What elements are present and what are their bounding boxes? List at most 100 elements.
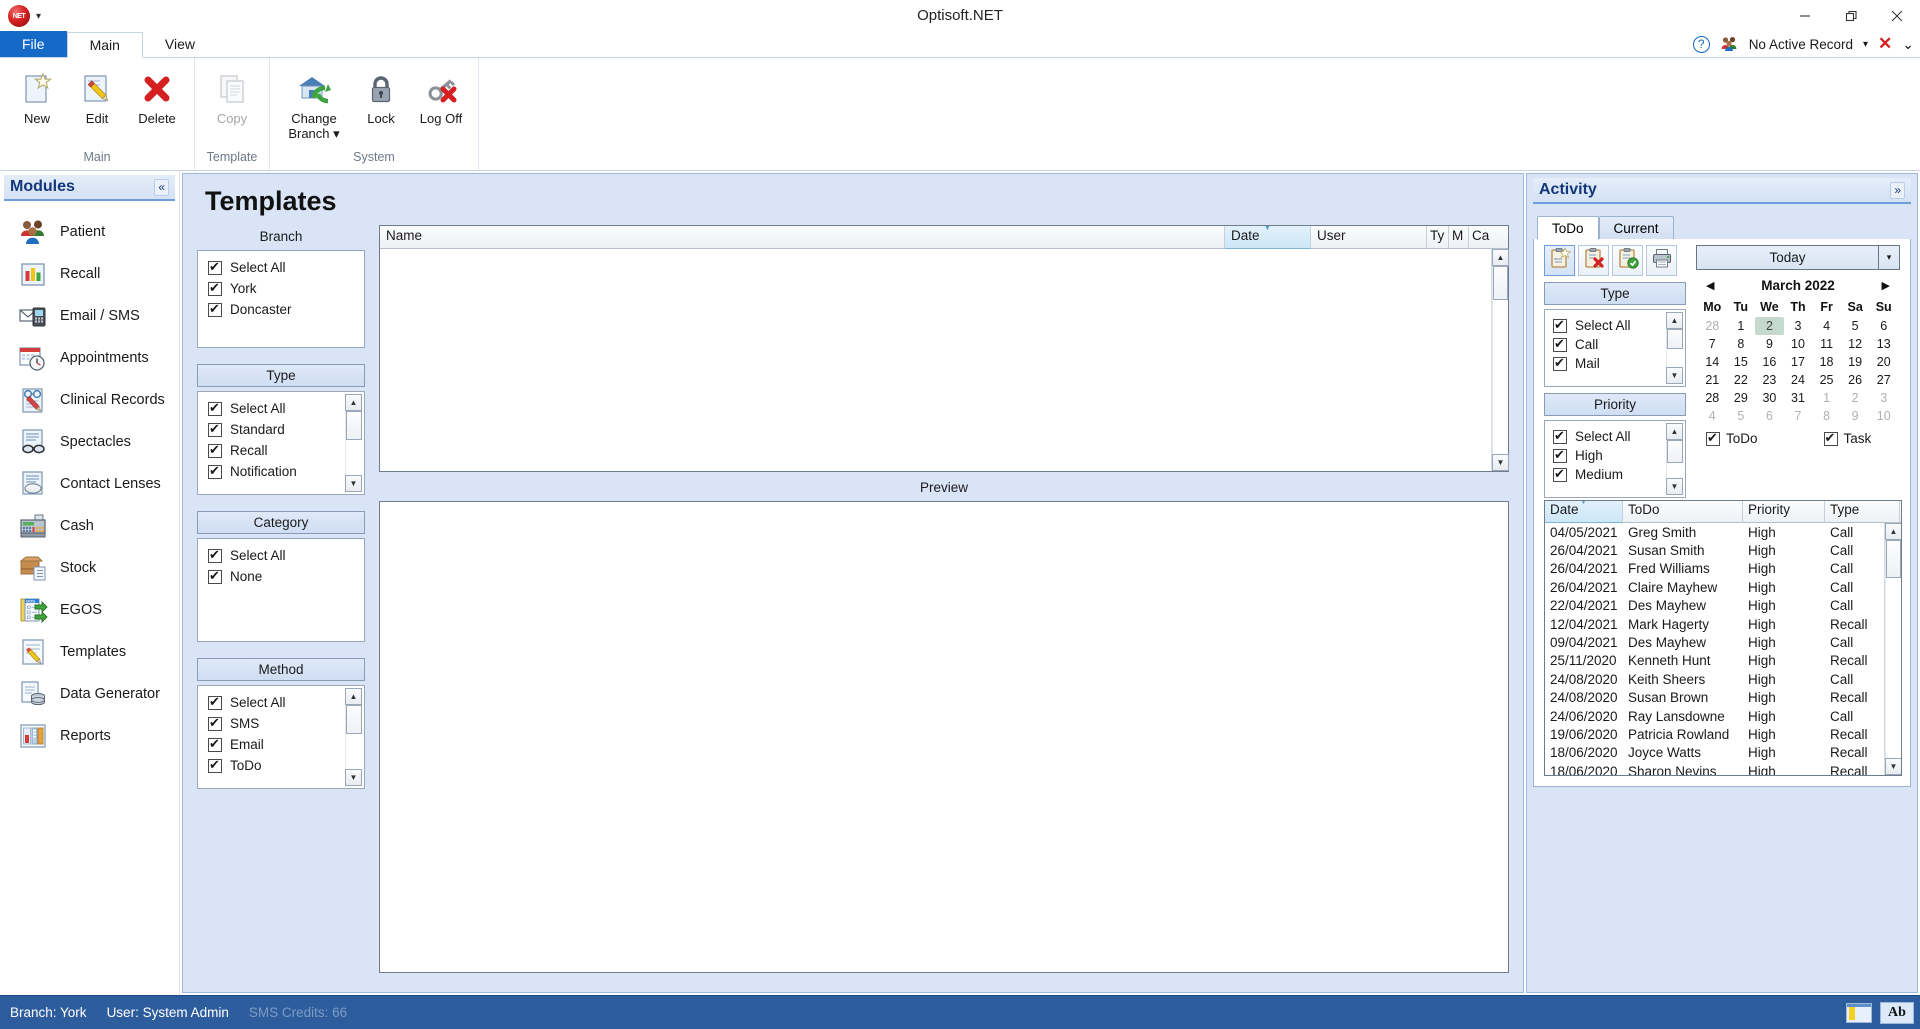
calendar-month-label[interactable]: March 2022 [1761, 278, 1835, 293]
calendar-day[interactable]: 6 [1755, 407, 1784, 425]
checkbox-icon[interactable] [1553, 447, 1567, 463]
checkbox-icon[interactable] [208, 547, 222, 563]
active-record-caret-icon[interactable]: ▾ [1863, 39, 1868, 50]
table-row[interactable]: 26/04/2021 Fred Williams High Call [1545, 560, 1901, 578]
expand-activity-button[interactable]: » [1890, 181, 1905, 199]
scroll-down-icon[interactable]: ▼ [1885, 758, 1901, 775]
collapse-sidebar-button[interactable]: « [154, 178, 169, 196]
activity-grid-scrollbar[interactable]: ▲ ▼ [1884, 523, 1901, 775]
calendar-day[interactable]: 7 [1698, 335, 1727, 353]
templates-grid-scrollbar[interactable]: ▲ ▼ [1491, 249, 1509, 471]
column-header-ca[interactable]: Ca [1469, 226, 1491, 249]
calendar-day[interactable]: 4 [1698, 407, 1727, 425]
calendar-day[interactable]: 16 [1755, 353, 1784, 371]
column-header-priority[interactable]: Priority [1743, 501, 1825, 523]
column-header-date[interactable]: ▼ Date [1545, 501, 1623, 523]
calendar-day[interactable]: 28 [1698, 317, 1727, 335]
print-button[interactable] [1646, 245, 1677, 276]
calendar-day[interactable]: 14 [1698, 353, 1727, 371]
method-todo-row[interactable]: ToDo [198, 755, 364, 776]
checkbox-icon[interactable] [1553, 428, 1567, 444]
calendar-day[interactable]: 12 [1841, 335, 1870, 353]
table-row[interactable]: 24/08/2020 Susan Brown High Recall [1545, 689, 1901, 707]
help-icon[interactable]: ? [1692, 35, 1710, 53]
calendar-day[interactable]: 17 [1784, 353, 1813, 371]
activity-priority-medium-row[interactable]: Medium [1545, 465, 1685, 484]
checkbox-icon[interactable] [208, 400, 222, 416]
activity-type-call-row[interactable]: Call [1545, 335, 1685, 354]
checkbox-icon[interactable] [1553, 466, 1567, 482]
scroll-track[interactable] [1885, 540, 1901, 758]
category-select-all-row[interactable]: Select All [198, 545, 364, 566]
today-dropdown-caret-icon[interactable]: ▾ [1879, 245, 1900, 270]
calendar-day[interactable]: 5 [1727, 407, 1756, 425]
calendar-day[interactable]: 13 [1869, 335, 1898, 353]
calendar-day[interactable]: 7 [1784, 407, 1813, 425]
preview-pane[interactable] [379, 501, 1509, 973]
type-notification-row[interactable]: Notification [198, 461, 364, 482]
checkbox-icon[interactable] [208, 259, 222, 275]
table-row[interactable]: 26/04/2021 Claire Mayhew High Call [1545, 578, 1901, 596]
table-row[interactable]: 04/05/2021 Greg Smith High Call [1545, 523, 1901, 541]
scroll-thumb[interactable] [1667, 329, 1683, 349]
calendar-day[interactable]: 8 [1727, 335, 1756, 353]
calendar-day[interactable]: 10 [1784, 335, 1813, 353]
activity-priority-select-all-row[interactable]: Select All [1545, 427, 1685, 446]
ribbon-tab-main[interactable]: Main [66, 32, 143, 58]
calendar-day[interactable]: 20 [1869, 353, 1898, 371]
type-filter-scrollbar[interactable]: ▲ ▼ [345, 394, 362, 492]
new-button[interactable]: New [8, 64, 66, 131]
checkbox-icon[interactable] [208, 568, 222, 584]
type-recall-row[interactable]: Recall [198, 440, 364, 461]
calendar-day[interactable]: 28 [1698, 389, 1727, 407]
sidebar-item-data-generator[interactable]: Data Generator [0, 673, 179, 715]
checkbox-icon[interactable] [1553, 355, 1567, 371]
complete-todo-button[interactable] [1612, 245, 1643, 276]
table-row[interactable]: 24/06/2020 Ray Lansdowne High Call [1545, 707, 1901, 725]
activity-priority-high-row[interactable]: High [1545, 446, 1685, 465]
tab-todo[interactable]: ToDo [1537, 216, 1599, 240]
checkbox-icon[interactable] [1553, 317, 1567, 333]
scroll-thumb[interactable] [1493, 266, 1508, 300]
calendar-day[interactable]: 18 [1812, 353, 1841, 371]
calendar-day[interactable]: 23 [1755, 371, 1784, 389]
calendar-day[interactable]: 1 [1812, 389, 1841, 407]
sidebar-item-reports[interactable]: Reports [0, 715, 179, 757]
sidebar-item-contact-lenses[interactable]: Contact Lenses [0, 463, 179, 505]
delete-todo-button[interactable] [1578, 245, 1609, 276]
calendar-day[interactable]: 4 [1812, 317, 1841, 335]
scroll-track[interactable] [345, 411, 362, 475]
branch-select-all-row[interactable]: Select All [198, 257, 364, 278]
prev-month-icon[interactable]: ◀ [1706, 279, 1714, 292]
scroll-track[interactable] [1492, 266, 1508, 454]
calendar-day[interactable]: 3 [1869, 389, 1898, 407]
calendar-day[interactable]: 10 [1869, 407, 1898, 425]
scroll-track[interactable] [1666, 440, 1683, 478]
method-select-all-row[interactable]: Select All [198, 692, 364, 713]
sidebar-item-recall[interactable]: Recall [0, 253, 179, 295]
templates-grid-body[interactable]: ▲ ▼ [380, 249, 1509, 471]
change-branch-button[interactable]: Change Branch ▾ [278, 64, 350, 146]
app-orb-icon[interactable]: NET [8, 5, 30, 27]
calendar-day[interactable]: 30 [1755, 389, 1784, 407]
calendar-day-selected[interactable]: 2 [1755, 317, 1784, 335]
calendar-day[interactable]: 29 [1727, 389, 1756, 407]
calendar-day[interactable]: 27 [1869, 371, 1898, 389]
method-sms-row[interactable]: SMS [198, 713, 364, 734]
ribbon-tab-file[interactable]: File [0, 31, 67, 57]
checkbox-icon[interactable] [1706, 430, 1720, 446]
checkbox-icon[interactable] [208, 421, 222, 437]
active-record-label[interactable]: No Active Record [1749, 37, 1853, 52]
scroll-down-icon[interactable]: ▼ [1492, 454, 1509, 471]
sidebar-item-patient[interactable]: Patient [0, 211, 179, 253]
checkbox-icon[interactable] [208, 280, 222, 296]
edit-button[interactable]: Edit [68, 64, 126, 131]
scroll-track[interactable] [1666, 329, 1683, 367]
close-button[interactable] [1874, 0, 1920, 32]
column-header-type[interactable]: Type [1825, 501, 1900, 523]
scroll-thumb[interactable] [346, 705, 362, 735]
branch-doncaster-row[interactable]: Doncaster [198, 299, 364, 320]
activity-type-select-all-row[interactable]: Select All [1545, 316, 1685, 335]
calendar-day[interactable]: 1 [1727, 317, 1756, 335]
calendar-day[interactable]: 9 [1755, 335, 1784, 353]
